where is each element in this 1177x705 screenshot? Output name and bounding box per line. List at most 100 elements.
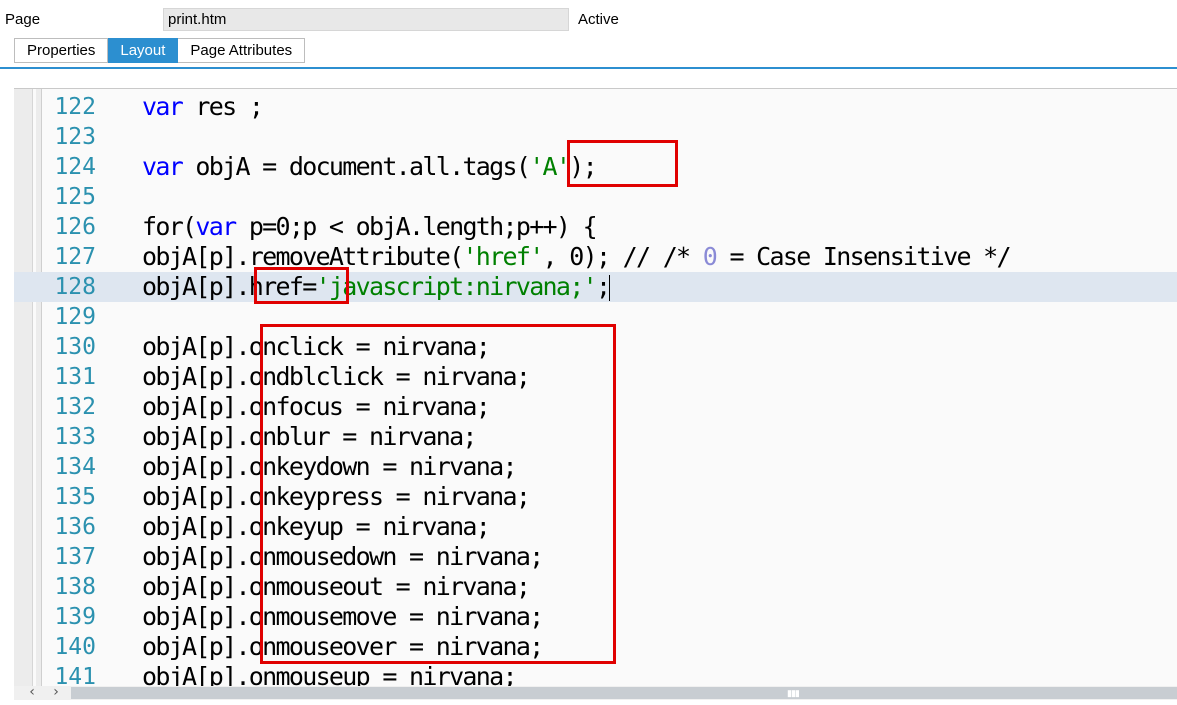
code-token: 'javascript:nirvana;' <box>315 272 598 301</box>
line-number: 135 <box>54 484 96 510</box>
code-line[interactable]: 137 objA[p].onmousedown = nirvana; <box>14 542 1177 572</box>
code-text: objA[p].ondblclick = nirvana; <box>142 362 531 392</box>
line-number: 132 <box>54 394 96 420</box>
tab-layout[interactable]: Layout <box>108 38 179 63</box>
line-number: 138 <box>54 574 96 600</box>
line-number: 127 <box>54 244 96 270</box>
grip-icon: ▮▮▮ <box>787 688 800 698</box>
code-token: = Case Insensitive */ <box>716 242 1011 271</box>
code-text: objA[p].onmouseover = nirvana; <box>142 632 544 662</box>
code-line[interactable]: 123 <box>14 122 1177 152</box>
code-text: objA[p].onmouseout = nirvana; <box>142 572 531 602</box>
page-label: Page <box>5 11 41 28</box>
code-line[interactable]: 134 objA[p].onkeydown = nirvana; <box>14 452 1177 482</box>
line-number: 130 <box>54 334 96 360</box>
code-token: objA = document.all.tags( <box>182 152 530 181</box>
code-token: objA[p].removeAttribute( <box>142 242 464 271</box>
line-number: 137 <box>54 544 96 570</box>
line-number: 134 <box>54 454 96 480</box>
tab-properties[interactable]: Properties <box>14 38 109 63</box>
code-token: var <box>142 152 184 181</box>
code-token: ); <box>569 152 597 181</box>
line-number: 129 <box>54 304 96 330</box>
code-line[interactable]: 127 objA[p].removeAttribute('href', 0); /… <box>14 242 1177 272</box>
code-token: objA[p].onkeypress = nirvana; <box>142 482 531 511</box>
line-number: 140 <box>54 634 96 660</box>
code-token: 0 <box>702 242 718 271</box>
code-text: objA[p].removeAttribute('href', 0); // /… <box>142 242 1012 272</box>
code-text: var objA = document.all.tags('A'); <box>142 152 598 182</box>
code-line[interactable]: 141 objA[p].onmouseup = nirvana; <box>14 662 1177 687</box>
code-token: objA[p].onmousedown = nirvana; <box>142 542 544 571</box>
code-line[interactable]: 125 <box>14 182 1177 212</box>
code-token: 'href' <box>462 242 544 271</box>
code-token: for( <box>142 212 197 241</box>
code-text: objA[p].href='javascript:nirvana;'; <box>142 272 611 302</box>
code-line[interactable]: 128 objA[p].href='javascript:nirvana;'; <box>14 272 1177 302</box>
text-cursor <box>609 275 611 301</box>
code-line[interactable]: 136 objA[p].onkeyup = nirvana; <box>14 512 1177 542</box>
code-token: objA[p].onmouseout = nirvana; <box>142 572 531 601</box>
code-token: objA[p].ondblclick = nirvana; <box>142 362 531 391</box>
code-line[interactable]: 131 objA[p].ondblclick = nirvana; <box>14 362 1177 392</box>
page-name-field[interactable]: print.htm <box>163 8 569 31</box>
tab-page-attributes[interactable]: Page Attributes <box>178 38 306 63</box>
code-line[interactable]: 139 objA[p].onmousemove = nirvana; <box>14 602 1177 632</box>
code-token: var <box>142 92 184 121</box>
code-token: objA[p].onkeydown = nirvana; <box>142 452 518 481</box>
line-number: 139 <box>54 604 96 630</box>
code-text: objA[p].onkeyup = nirvana; <box>142 512 491 542</box>
page-status: Active <box>578 11 619 28</box>
code-token: objA[p].onmousemove = nirvana; <box>142 602 544 631</box>
code-token: objA[p].onfocus = nirvana; <box>142 392 491 421</box>
chevron-left-icon[interactable]: ‹ <box>24 684 40 700</box>
code-token: objA[p].onmouseover = nirvana; <box>142 632 544 661</box>
line-number: 133 <box>54 424 96 450</box>
code-token: objA[p].onmouseup = nirvana; <box>142 662 518 687</box>
code-text: objA[p].onkeypress = nirvana; <box>142 482 531 512</box>
tab-underline <box>0 67 1177 69</box>
code-line[interactable]: 130 objA[p].onclick = nirvana; <box>14 332 1177 362</box>
code-token: res ; <box>182 92 263 121</box>
code-text: var res ; <box>142 92 264 122</box>
code-text: for(var p=0;p < objA.length;p++) { <box>142 212 598 242</box>
code-token: var <box>195 212 237 241</box>
code-token: , 0); // /* <box>542 242 703 271</box>
code-line[interactable]: 132 objA[p].onfocus = nirvana; <box>14 392 1177 422</box>
code-text: objA[p].onmousemove = nirvana; <box>142 602 544 632</box>
code-line[interactable]: 140 objA[p].onmouseover = nirvana; <box>14 632 1177 662</box>
code-editor[interactable]: 122 var res ; 123 124 var objA = document.al… <box>14 88 1177 687</box>
code-line[interactable]: 124 var objA = document.all.tags('A'); <box>14 152 1177 182</box>
line-number: 136 <box>54 514 96 540</box>
line-number: 123 <box>54 124 96 150</box>
line-number: 126 <box>54 214 96 240</box>
code-token: objA[p].onkeyup = nirvana; <box>142 512 491 541</box>
line-number: 131 <box>54 364 96 390</box>
code-token: p=0;p < objA.length;p++) { <box>235 212 598 241</box>
line-number: 124 <box>54 154 96 180</box>
scrollbar-thumb[interactable]: ▮▮▮ <box>71 687 1177 699</box>
code-line[interactable]: 135 objA[p].onkeypress = nirvana; <box>14 482 1177 512</box>
code-line[interactable]: 133 objA[p].onblur = nirvana; <box>14 422 1177 452</box>
code-text: objA[p].onmouseup = nirvana; <box>142 662 518 687</box>
code-line[interactable]: 138 objA[p].onmouseout = nirvana; <box>14 572 1177 602</box>
tab-bar: Properties Layout Page Attributes <box>14 38 306 63</box>
code-text: objA[p].onfocus = nirvana; <box>142 392 491 422</box>
code-text: objA[p].onmousedown = nirvana; <box>142 542 544 572</box>
code-line[interactable]: 126 for(var p=0;p < objA.length;p++) { <box>14 212 1177 242</box>
horizontal-scrollbar[interactable]: ‹ › ▮▮▮ <box>14 684 1177 700</box>
code-token: ; <box>595 272 611 301</box>
code-token: objA[p].onblur = nirvana; <box>142 422 477 451</box>
code-text: objA[p].onkeydown = nirvana; <box>142 452 518 482</box>
line-number: 125 <box>54 184 96 210</box>
code-token: 'A' <box>529 152 571 181</box>
code-line[interactable]: 129 <box>14 302 1177 332</box>
line-number: 128 <box>54 274 96 300</box>
line-number: 122 <box>54 94 96 120</box>
code-text: objA[p].onclick = nirvana; <box>142 332 491 362</box>
code-token: objA[p].onclick = nirvana; <box>142 332 491 361</box>
code-line[interactable]: 122 var res ; <box>14 92 1177 122</box>
chevron-right-icon[interactable]: › <box>48 684 64 700</box>
code-text: objA[p].onblur = nirvana; <box>142 422 477 452</box>
code-token: objA[p].href= <box>142 272 317 301</box>
